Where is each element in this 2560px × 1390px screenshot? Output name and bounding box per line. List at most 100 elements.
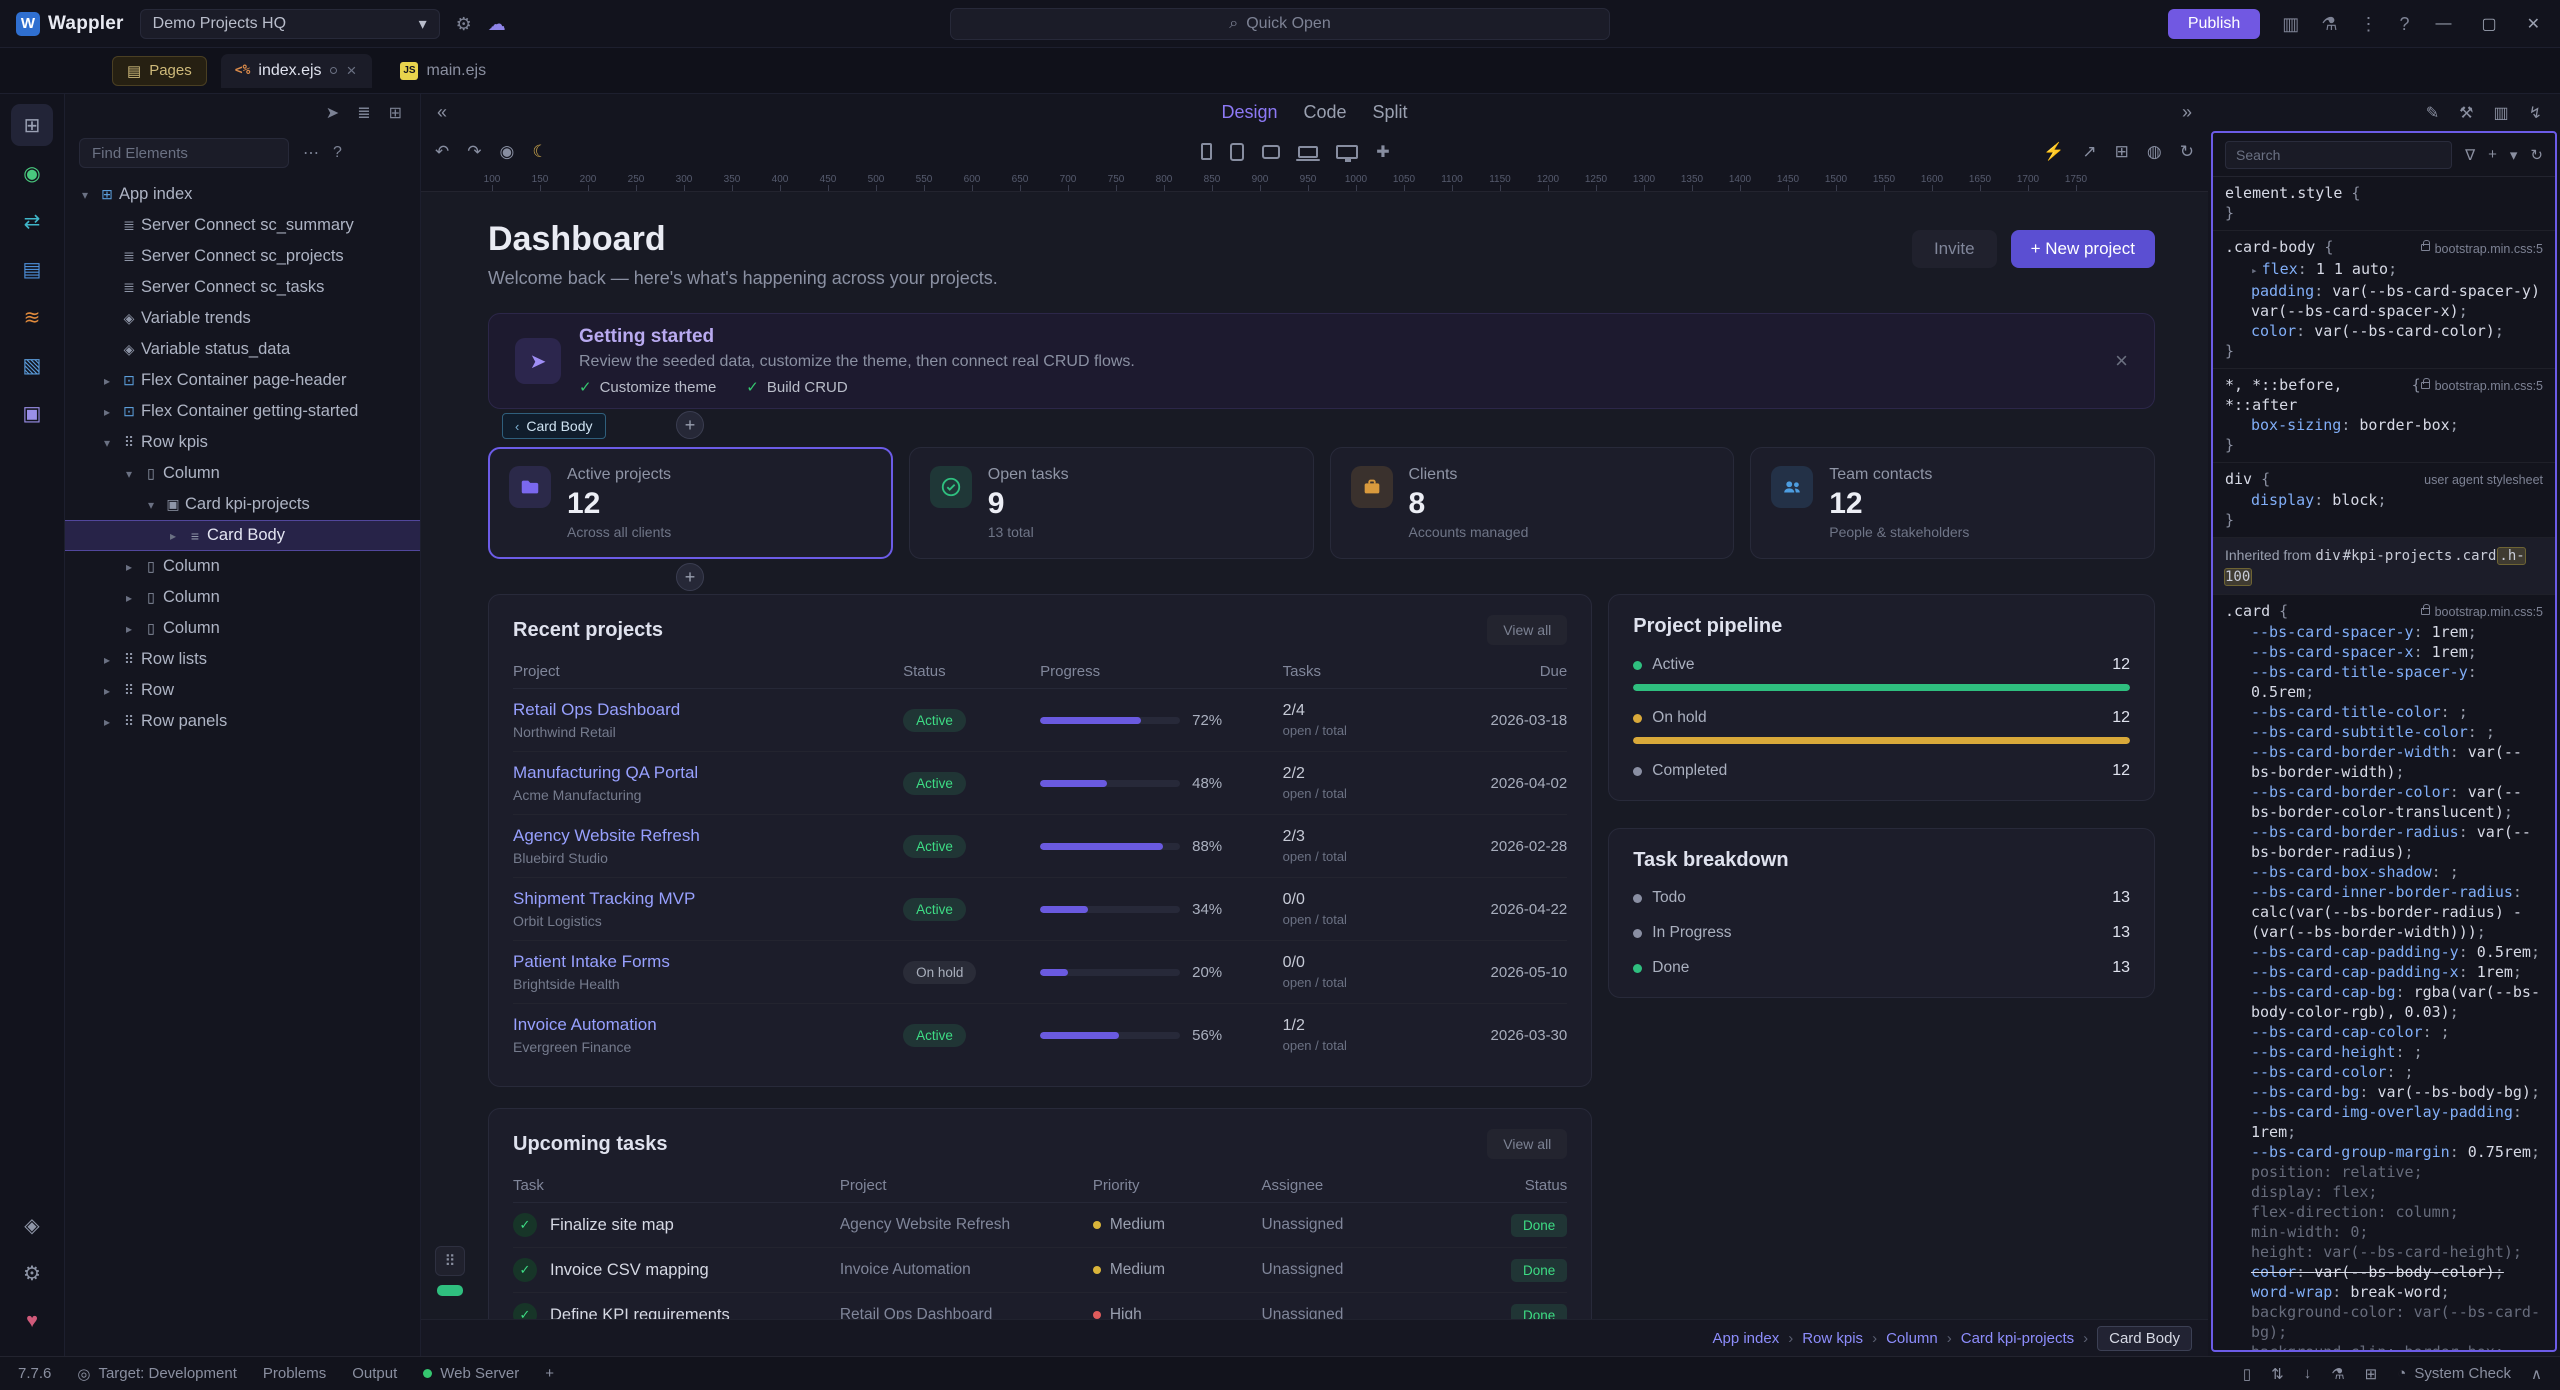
tools-icon[interactable]: ⚒ bbox=[2459, 103, 2473, 123]
responsive-icon[interactable]: ▯ bbox=[2243, 1365, 2251, 1383]
css-declaration[interactable]: --bs-card-spacer-y: 1rem; bbox=[2225, 622, 2543, 642]
mode-design[interactable]: Design bbox=[1221, 102, 1277, 123]
tree-item-column[interactable]: ▸▯Column bbox=[65, 582, 420, 613]
add-rule-icon[interactable]: + bbox=[2488, 146, 2497, 163]
find-elements-input[interactable] bbox=[79, 138, 289, 168]
database-icon[interactable]: ▤ bbox=[11, 248, 53, 290]
structure-icon[interactable]: ⊞ bbox=[389, 103, 402, 123]
tree-item-variable-trends[interactable]: ◈Variable trends bbox=[65, 303, 420, 334]
desktop-preview-icon[interactable] bbox=[1336, 145, 1358, 159]
download-icon[interactable]: ↓ bbox=[2304, 1365, 2312, 1382]
css-declaration[interactable]: box-sizing: border-box; bbox=[2225, 415, 2543, 435]
filter-icon[interactable]: ∇ bbox=[2465, 146, 2475, 164]
css-selector[interactable]: div bbox=[2225, 469, 2252, 489]
css-declaration[interactable]: word-wrap: break-word; bbox=[2225, 1282, 2543, 1302]
css-declaration[interactable]: --bs-card-cap-bg: rgba(var(--bs-body-col… bbox=[2225, 982, 2543, 1022]
sync-icon[interactable]: ⇅ bbox=[2271, 1365, 2284, 1383]
settings-icon[interactable]: ⚙ bbox=[456, 15, 472, 33]
tree-item-column[interactable]: ▸▯Column bbox=[65, 551, 420, 582]
chevron-down-icon[interactable]: ▾ bbox=[97, 436, 117, 450]
project-link[interactable]: Agency Website Refresh bbox=[513, 826, 903, 846]
plug-icon[interactable]: ⚡ bbox=[2043, 142, 2064, 162]
project-selector[interactable]: Demo Projects HQ ▾ bbox=[140, 9, 440, 39]
tree-item-card-kpi-projects[interactable]: ▾▣Card kpi-projects bbox=[65, 489, 420, 520]
chevron-right-icon[interactable]: ▸ bbox=[97, 374, 117, 388]
kpi-card-open-tasks[interactable]: Open tasks913 total bbox=[909, 447, 1314, 559]
project-link[interactable]: Manufacturing QA Portal bbox=[513, 763, 903, 783]
chevron-up-icon[interactable]: ∧ bbox=[2531, 1365, 2542, 1383]
mode-split[interactable]: Split bbox=[1373, 102, 1408, 123]
frontend-flows-icon[interactable]: ⇄ bbox=[11, 200, 53, 242]
collapse-right-icon[interactable]: » bbox=[2182, 102, 2192, 123]
tree-item-row[interactable]: ▸⠿Row bbox=[65, 675, 420, 706]
panel-layout-icon[interactable]: ▥ bbox=[2493, 103, 2508, 123]
chevron-right-icon[interactable]: ▸ bbox=[97, 653, 117, 667]
css-selector[interactable]: *, *::before, *::after bbox=[2225, 375, 2403, 415]
css-declaration[interactable]: ▸flex: 1 1 auto; bbox=[2225, 259, 2543, 281]
tablet-landscape-preview-icon[interactable] bbox=[1262, 145, 1280, 159]
chevron-right-icon[interactable]: ▸ bbox=[163, 529, 183, 543]
tree-item-column[interactable]: ▾▯Column bbox=[65, 458, 420, 489]
kpi-card-clients[interactable]: Clients8Accounts managed bbox=[1330, 447, 1735, 559]
tree-item-flex-container-getting-started[interactable]: ▸⊡Flex Container getting-started bbox=[65, 396, 420, 427]
refresh-icon[interactable]: ↻ bbox=[2180, 142, 2194, 162]
css-declaration[interactable]: --bs-card-cap-padding-y: 0.5rem; bbox=[2225, 942, 2543, 962]
css-declaration[interactable]: color: var(--bs-body-color); bbox=[2225, 1262, 2543, 1282]
move-icon[interactable]: ✚ bbox=[1376, 142, 1389, 162]
expand-shorthand-icon[interactable]: ▸ bbox=[2251, 264, 2258, 277]
chevron-down-icon[interactable]: ▾ bbox=[75, 188, 95, 202]
css-declaration[interactable]: --bs-card-cap-color: ; bbox=[2225, 1022, 2543, 1042]
css-declaration[interactable]: --bs-card-bg: var(--bs-body-bg); bbox=[2225, 1082, 2543, 1102]
css-declaration[interactable]: --bs-card-color: ; bbox=[2225, 1062, 2543, 1082]
quick-open-button[interactable]: ⌕ Quick Open bbox=[950, 8, 1610, 40]
css-declaration[interactable]: min-width: 0; bbox=[2225, 1222, 2543, 1242]
kpi-card-active-projects[interactable]: Active projects12Across all clients bbox=[488, 447, 893, 559]
css-declaration[interactable]: --bs-card-subtitle-color: ; bbox=[2225, 722, 2543, 742]
css-declaration[interactable]: display: flex; bbox=[2225, 1182, 2543, 1202]
dark-mode-icon[interactable]: ☾ bbox=[532, 142, 547, 162]
chevron-right-icon[interactable]: ▸ bbox=[119, 560, 139, 574]
mode-code[interactable]: Code bbox=[1303, 102, 1346, 123]
chevron-right-icon[interactable]: ▸ bbox=[97, 715, 117, 729]
selected-element-chip[interactable]: ‹ Card Body bbox=[502, 413, 606, 439]
css-declaration[interactable]: padding: var(--bs-card-spacer-y) var(--b… bbox=[2225, 281, 2543, 321]
chevron-right-icon[interactable]: ▸ bbox=[119, 622, 139, 636]
breadcrumb-item-app-index[interactable]: App index bbox=[1712, 1330, 1779, 1347]
target-selector[interactable]: ◎ Target: Development bbox=[77, 1365, 237, 1383]
css-declaration[interactable]: --bs-card-inner-border-radius: calc(var(… bbox=[2225, 882, 2543, 942]
project-link[interactable]: Retail Ops Dashboard bbox=[513, 700, 903, 720]
system-check-button[interactable]: ◔ System Check bbox=[2397, 1365, 2511, 1382]
close-button[interactable]: ✕ bbox=[2523, 14, 2544, 34]
app-structure-icon[interactable]: ⊞ bbox=[11, 104, 53, 146]
tablet-portrait-preview-icon[interactable] bbox=[1230, 143, 1244, 161]
css-declaration[interactable]: --bs-card-border-radius: var(--bs-border… bbox=[2225, 822, 2543, 862]
css-declaration[interactable]: background-color: var(--bs-card-bg); bbox=[2225, 1302, 2543, 1342]
cloud-upload-icon[interactable]: ☁ bbox=[488, 15, 506, 33]
help-icon[interactable]: ? bbox=[2399, 15, 2409, 33]
styles-search-input[interactable] bbox=[2225, 141, 2452, 169]
pages-button[interactable]: ▤ Pages bbox=[112, 56, 207, 86]
breadcrumb-item-column[interactable]: Column bbox=[1886, 1330, 1938, 1347]
tab-main-ejs[interactable]: JS main.ejs bbox=[386, 54, 500, 88]
globe-icon[interactable]: ◍ bbox=[2147, 142, 2162, 162]
chevron-down-icon[interactable]: ▾ bbox=[141, 498, 161, 512]
project-link[interactable]: Patient Intake Forms bbox=[513, 952, 903, 972]
refresh-icon[interactable]: ↻ bbox=[2530, 146, 2543, 164]
outline-icon[interactable]: ≣ bbox=[357, 103, 370, 123]
assets-icon[interactable]: ▧ bbox=[11, 344, 53, 386]
tree-item-row-panels[interactable]: ▸⠿Row panels bbox=[65, 706, 420, 737]
add-element-button[interactable]: + bbox=[676, 411, 704, 439]
tree-item-row-kpis[interactable]: ▾⠿Row kpis bbox=[65, 427, 420, 458]
css-declaration[interactable]: flex-direction: column; bbox=[2225, 1202, 2543, 1222]
add-target-button[interactable]: + bbox=[545, 1365, 554, 1382]
breadcrumb-item-card-kpi-projects[interactable]: Card kpi-projects bbox=[1961, 1330, 2074, 1347]
check-item[interactable]: ✓ Customize theme bbox=[579, 378, 716, 396]
css-declaration[interactable]: --bs-card-cap-padding-x: 1rem; bbox=[2225, 962, 2543, 982]
tab-index-ejs[interactable]: <% index.ejs × bbox=[221, 54, 373, 88]
launch-icon[interactable]: ➤ bbox=[326, 103, 339, 123]
view-all-button[interactable]: View all bbox=[1487, 1129, 1567, 1159]
css-declaration[interactable]: --bs-card-img-overlay-padding: 1rem; bbox=[2225, 1102, 2543, 1142]
phone-preview-icon[interactable] bbox=[1201, 143, 1212, 160]
breadcrumb-item-card-body[interactable]: Card Body bbox=[2097, 1326, 2192, 1351]
collapse-left-icon[interactable]: « bbox=[437, 102, 447, 123]
